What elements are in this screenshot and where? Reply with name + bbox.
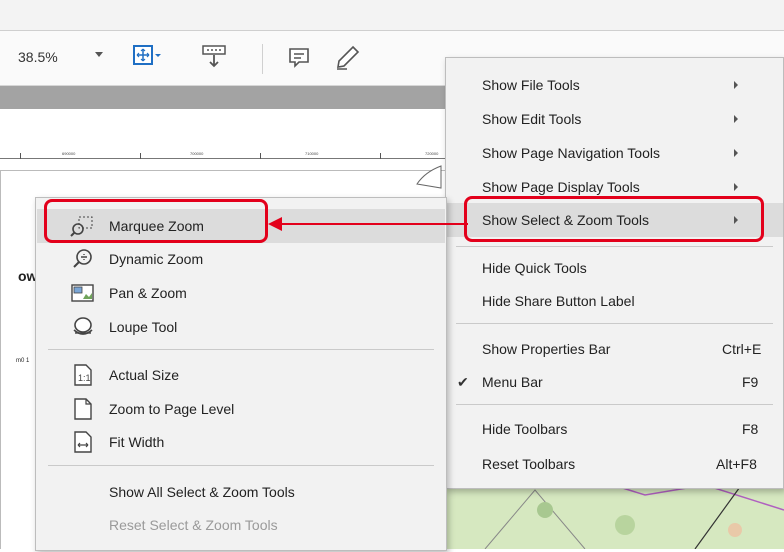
menu-item-hide-quick-tools[interactable]: Hide Quick Tools — [446, 252, 783, 284]
submenu-arrow-icon — [734, 81, 738, 89]
menu-separator — [48, 349, 434, 350]
menu-item-shortcut: F8 — [742, 421, 759, 437]
menu-item-fit-width[interactable]: Fit Width — [37, 426, 445, 458]
checkmark-icon: ✔ — [457, 374, 469, 390]
actual-size-icon: 1:1 — [73, 364, 93, 386]
menu-item-dynamic-zoom[interactable]: Dynamic Zoom — [37, 243, 445, 275]
dynamic-zoom-icon — [72, 249, 94, 269]
menu-item-loupe-tool[interactable]: Loupe Tool — [37, 311, 445, 343]
page-fit-icon[interactable] — [133, 44, 165, 68]
fit-width-icon — [73, 431, 93, 453]
ruler-tick — [260, 153, 261, 159]
toolbar-separator — [262, 44, 263, 74]
annotation-arrow-head-icon — [268, 217, 282, 231]
highlight-box-marquee-zoom — [44, 199, 268, 243]
menu-item-shortcut: F9 — [742, 374, 759, 390]
menu-item-label: Show Page Navigation Tools — [482, 145, 660, 161]
menu-separator — [456, 404, 773, 405]
loupe-tool-icon — [71, 316, 95, 338]
menu-item-reset-toolbars[interactable]: Reset Toolbars Alt+F8 — [446, 448, 783, 480]
submenu-arrow-icon — [734, 183, 738, 191]
menu-item-label: Hide Toolbars — [482, 421, 568, 437]
menu-item-zoom-to-page-level[interactable]: Zoom to Page Level — [37, 393, 445, 425]
highlight-box-show-select-zoom-tools — [464, 196, 764, 242]
menu-item-show-edit-tools[interactable]: Show Edit Tools — [446, 103, 783, 135]
menu-item-hide-toolbars[interactable]: Hide Toolbars F8 — [446, 413, 783, 445]
menu-item-actual-size[interactable]: 1:1 Actual Size — [37, 359, 445, 391]
menu-item-show-page-navigation-tools[interactable]: Show Page Navigation Tools — [446, 137, 783, 169]
map-small-label: m0 1 — [16, 358, 30, 364]
menu-separator — [48, 465, 434, 466]
menu-item-label: Pan & Zoom — [109, 285, 187, 301]
menu-separator — [456, 323, 773, 324]
menu-item-label: Show Properties Bar — [482, 341, 611, 357]
svg-text:1:1: 1:1 — [78, 373, 91, 383]
map-ruler-line — [0, 158, 445, 159]
ruler-tick-label: 710000 — [305, 151, 319, 156]
menu-item-hide-share-button-label[interactable]: Hide Share Button Label — [446, 285, 783, 317]
ruler-tick — [380, 153, 381, 159]
menu-item-label: Actual Size — [109, 367, 180, 383]
zoom-level-value[interactable]: 38.5% — [18, 49, 58, 65]
menu-item-label: Reset Toolbars — [482, 456, 576, 472]
menu-item-label: Hide Quick Tools — [482, 260, 587, 276]
submenu-arrow-icon — [734, 149, 738, 157]
menu-item-menu-bar[interactable]: ✔ Menu Bar F9 — [446, 366, 783, 398]
map-shape — [415, 162, 445, 195]
ruler-tick — [20, 153, 21, 159]
menu-item-label: Zoom to Page Level — [109, 401, 235, 417]
comment-icon[interactable] — [287, 46, 311, 70]
menu-item-shortcut: Ctrl+E — [722, 341, 762, 357]
menu-item-label: Show All Select & Zoom Tools — [109, 484, 295, 500]
menu-item-label: Show File Tools — [482, 77, 580, 93]
menu-item-reset-select-zoom-tools: Reset Select & Zoom Tools — [37, 509, 445, 541]
menu-item-label: Reset Select & Zoom Tools — [109, 517, 278, 533]
menu-item-label: Menu Bar — [482, 374, 543, 390]
menu-item-label: Show Edit Tools — [482, 111, 582, 127]
zoom-dropdown-caret-icon[interactable] — [95, 52, 103, 57]
menu-item-show-properties-bar[interactable]: Show Properties Bar Ctrl+E — [446, 333, 783, 365]
pen-icon[interactable] — [333, 44, 361, 72]
ruler-tick-label: 700000 — [190, 151, 204, 156]
menu-item-show-file-tools[interactable]: Show File Tools — [446, 69, 783, 101]
scroll-mode-icon[interactable] — [200, 44, 228, 70]
ruler-tick-label: 720000 — [425, 151, 439, 156]
menu-item-label: Fit Width — [109, 434, 165, 450]
window-title-bar — [0, 0, 784, 31]
ruler-tick-label: 690000 — [62, 151, 76, 156]
menu-item-pan-zoom[interactable]: Pan & Zoom — [37, 277, 445, 309]
page-level-icon — [73, 398, 93, 420]
pan-zoom-icon — [71, 282, 95, 304]
ruler-tick — [140, 153, 141, 159]
menu-separator — [456, 246, 773, 247]
menu-item-show-all-select-zoom-tools[interactable]: Show All Select & Zoom Tools — [37, 476, 445, 508]
toolbar-context-menu: Show File Tools Show Edit Tools Show Pag… — [445, 57, 784, 489]
select-zoom-submenu: Marquee Zoom Dynamic Zoom Pan & Zoom Lou… — [35, 197, 447, 551]
map-frame-line — [0, 170, 1, 549]
submenu-arrow-icon — [734, 115, 738, 123]
annotation-arrow-line — [282, 223, 468, 225]
menu-item-label: Loupe Tool — [109, 319, 178, 335]
menu-item-label: Hide Share Button Label — [482, 293, 635, 309]
menu-item-shortcut: Alt+F8 — [716, 456, 757, 472]
menu-item-label: Dynamic Zoom — [109, 251, 204, 267]
